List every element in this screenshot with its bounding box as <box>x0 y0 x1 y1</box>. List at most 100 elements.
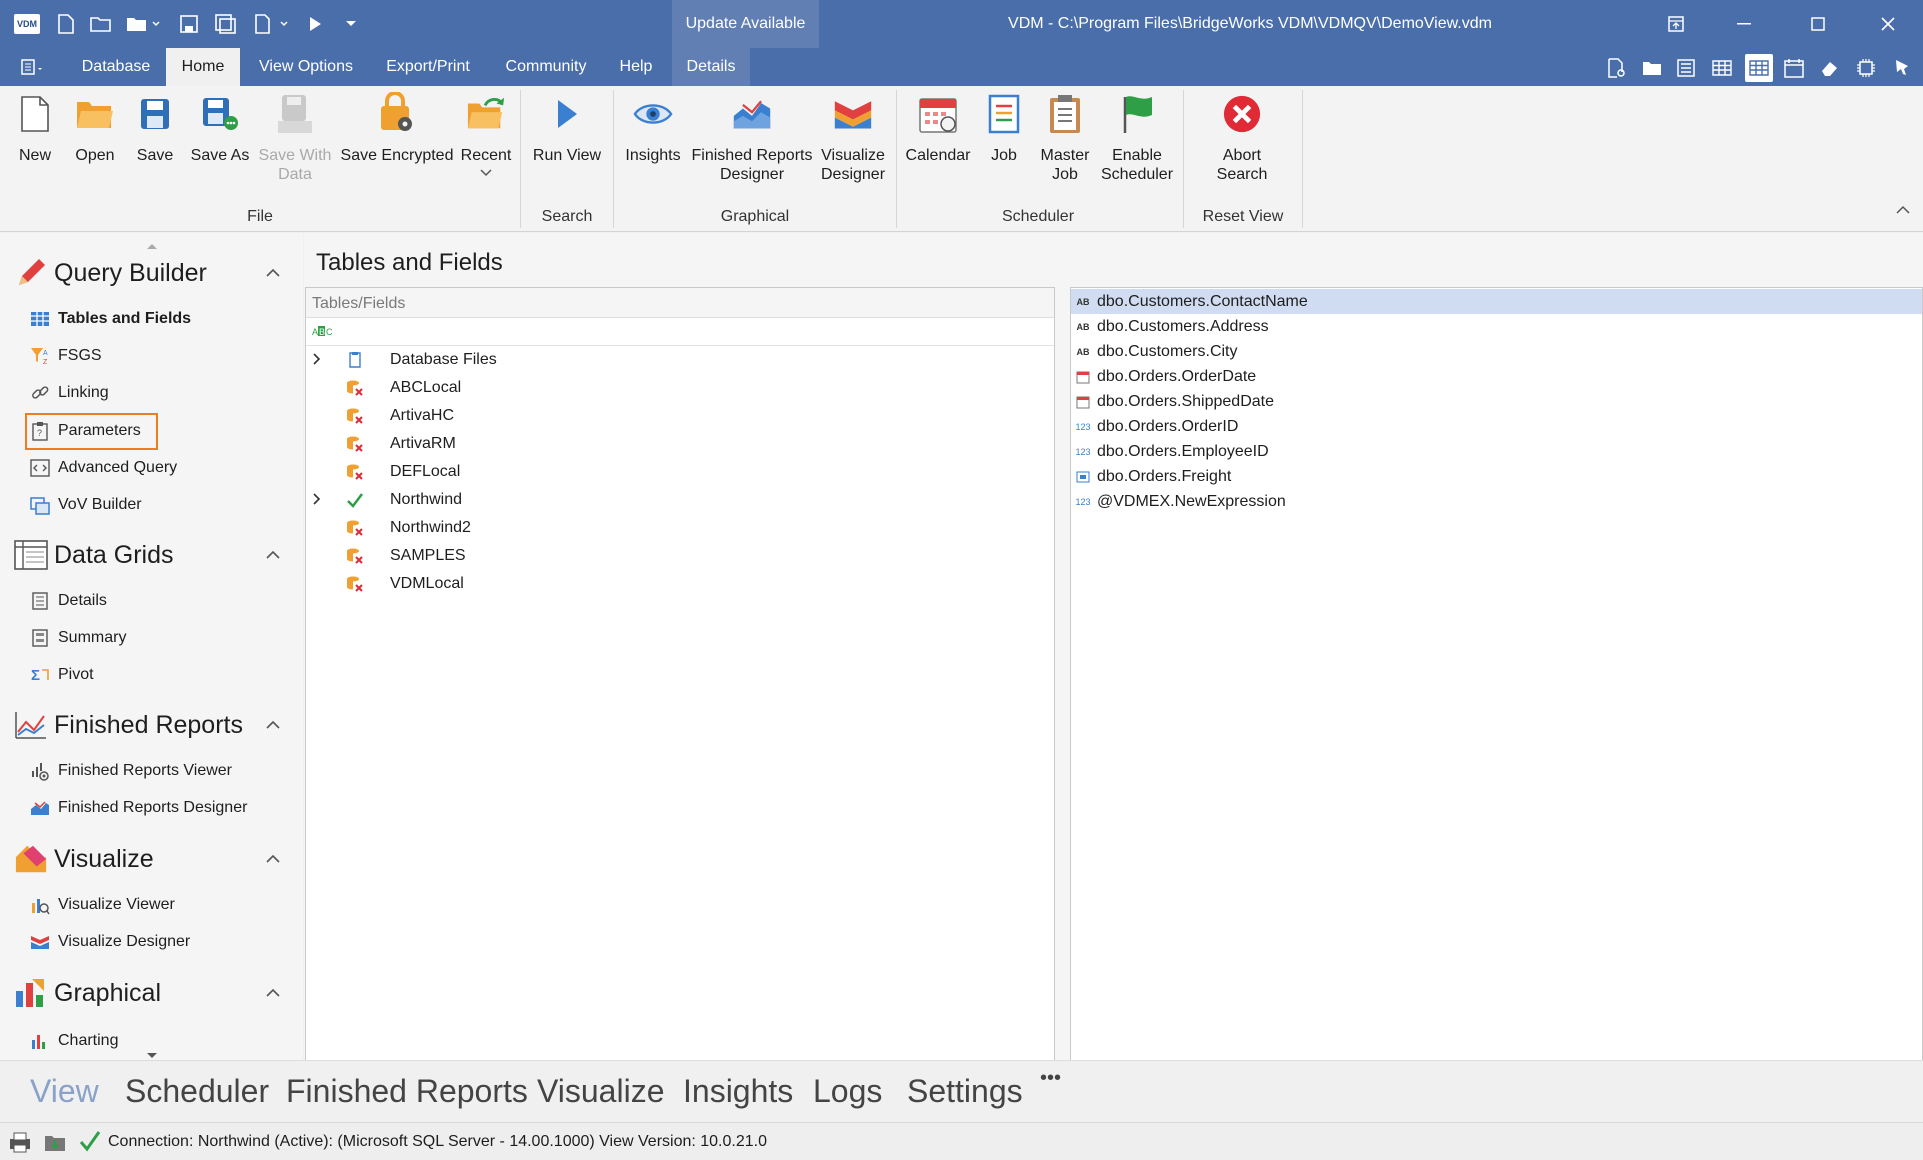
tree-column-header[interactable]: Tables/Fields <box>306 288 1054 318</box>
nav-summary[interactable]: Summary <box>30 625 126 651</box>
bottom-tab-settings[interactable]: Settings <box>907 1073 1023 1110</box>
chevron-up-icon[interactable] <box>266 985 280 1001</box>
bottom-tab-visualize[interactable]: Visualize <box>537 1073 664 1110</box>
chevron-up-icon[interactable] <box>266 717 280 733</box>
run-view-button[interactable]: Run View <box>526 92 608 165</box>
chevron-up-icon[interactable] <box>266 851 280 867</box>
field-row[interactable]: AB dbo.Customers.ContactName <box>1071 289 1922 314</box>
tree-node[interactable]: Database Files <box>306 346 1054 374</box>
save-as-button[interactable]: Save As <box>188 92 252 165</box>
restore-layout-icon[interactable] <box>1648 0 1704 48</box>
nav-finished-reports-viewer[interactable]: Finished Reports Viewer <box>30 758 232 784</box>
tab-help[interactable]: Help <box>608 48 664 86</box>
expand-chevron-icon[interactable] <box>312 352 330 368</box>
tree-node[interactable]: Northwind <box>306 486 1054 514</box>
customize-toolbar-icon[interactable] <box>342 12 360 36</box>
job-button[interactable]: Job <box>980 92 1028 165</box>
abc-filter-icon[interactable]: ABC <box>312 324 333 343</box>
tab-database[interactable]: Database <box>70 48 162 86</box>
grid-view-icon[interactable] <box>1710 56 1734 80</box>
nav-charting[interactable]: Charting <box>30 1028 118 1054</box>
field-row[interactable]: 123 dbo.Orders.OrderID <box>1071 414 1922 439</box>
new-button[interactable]: New <box>12 92 58 165</box>
export-dropdown-icon[interactable] <box>252 12 290 36</box>
chevron-up-icon[interactable] <box>266 265 280 281</box>
bottom-tab-view[interactable]: View <box>30 1073 99 1110</box>
bottom-tab-scheduler[interactable]: Scheduler <box>125 1073 269 1110</box>
tree-node[interactable]: DEFLocal <box>306 458 1054 486</box>
chevron-up-icon[interactable] <box>266 547 280 563</box>
field-row[interactable]: dbo.Orders.Freight <box>1071 464 1922 489</box>
master-job-button[interactable]: Master Job <box>1034 92 1096 184</box>
close-button[interactable] <box>1860 0 1916 48</box>
nav-visualize-designer[interactable]: Visualize Designer <box>30 929 190 955</box>
section-graphical[interactable]: Graphical <box>14 973 161 1013</box>
bottom-tab-logs[interactable]: Logs <box>813 1073 882 1110</box>
field-row[interactable]: AB dbo.Customers.Address <box>1071 314 1922 339</box>
abort-search-button[interactable]: Abort Search <box>1200 92 1284 184</box>
processor-icon[interactable] <box>1854 56 1878 80</box>
tab-details[interactable]: Details <box>672 48 750 86</box>
tab-home[interactable]: Home <box>166 48 240 86</box>
section-data-grids[interactable]: Data Grids <box>14 535 173 575</box>
insights-button[interactable]: Insights <box>618 92 688 165</box>
export-down-icon[interactable] <box>44 1131 66 1158</box>
tree-node[interactable]: VDMLocal <box>306 570 1054 598</box>
nav-tables-and-fields[interactable]: Tables and Fields <box>30 306 191 332</box>
nav-visualize-viewer[interactable]: Visualize Viewer <box>30 892 175 918</box>
tree-node[interactable]: Northwind2 <box>306 514 1054 542</box>
calendar-view-icon[interactable] <box>1782 56 1806 80</box>
nav-fsgs[interactable]: AZ FSGS <box>30 343 102 369</box>
tree-node[interactable]: ArtivaRM <box>306 430 1054 458</box>
new-file-icon[interactable] <box>54 12 78 36</box>
recent-button[interactable]: Recent <box>458 92 514 177</box>
visualize-designer-button[interactable]: Visualize Designer <box>816 92 890 184</box>
calendar-button[interactable]: Calendar <box>902 92 974 165</box>
tree-node[interactable]: SAMPLES <box>306 542 1054 570</box>
settings-document-icon[interactable] <box>1604 56 1628 80</box>
nav-advanced-query[interactable]: Advanced Query <box>30 455 177 481</box>
field-row[interactable]: 123 @VDMEX.NewExpression <box>1071 489 1922 514</box>
collapse-ribbon-icon[interactable] <box>1896 202 1910 220</box>
tab-view-options[interactable]: View Options <box>246 48 366 86</box>
folder-icon[interactable] <box>1640 56 1664 80</box>
tiles-view-icon[interactable] <box>1745 54 1773 82</box>
open-button[interactable]: Open <box>70 92 120 165</box>
section-finished-reports[interactable]: Finished Reports <box>14 705 243 745</box>
scroll-down-icon[interactable] <box>146 1047 158 1060</box>
tree-node[interactable]: ABCLocal <box>306 374 1054 402</box>
bottom-tab-finished-reports[interactable]: Finished Reports <box>286 1073 528 1110</box>
nav-linking[interactable]: Linking <box>30 380 109 406</box>
save-all-icon[interactable] <box>214 12 238 36</box>
more-tabs-button[interactable]: ••• <box>1040 1067 1061 1090</box>
nav-details[interactable]: Details <box>30 588 107 614</box>
expand-chevron-icon[interactable] <box>312 492 330 508</box>
app-menu-icon[interactable] <box>10 48 56 86</box>
nav-parameters[interactable]: ? Parameters <box>30 418 141 444</box>
printer-icon[interactable] <box>8 1131 32 1158</box>
tab-community[interactable]: Community <box>494 48 598 86</box>
section-visualize[interactable]: Visualize <box>14 839 154 879</box>
save-with-data-button[interactable]: Save With Data <box>258 92 332 184</box>
section-query-builder[interactable]: Query Builder <box>14 253 207 293</box>
tree-filter-row[interactable]: ABC <box>306 318 1054 346</box>
bottom-tab-insights[interactable]: Insights <box>683 1073 793 1110</box>
save-encrypted-button[interactable]: Save Encrypted <box>338 92 456 165</box>
finished-reports-designer-button[interactable]: Finished Reports Designer <box>690 92 814 184</box>
field-row[interactable]: AB dbo.Customers.City <box>1071 339 1922 364</box>
minimize-button[interactable] <box>1716 0 1772 48</box>
field-row[interactable]: 123 dbo.Orders.EmployeeID <box>1071 439 1922 464</box>
enable-scheduler-button[interactable]: Enable Scheduler <box>1100 92 1174 184</box>
update-available-button[interactable]: Update Available <box>672 0 819 48</box>
maximize-button[interactable] <box>1790 0 1846 48</box>
open-recent-dropdown-icon[interactable] <box>124 12 162 36</box>
nav-finished-reports-designer[interactable]: Finished Reports Designer <box>30 795 247 821</box>
save-button[interactable]: Save <box>132 92 178 165</box>
save-icon[interactable] <box>178 12 200 36</box>
list-view-icon[interactable] <box>1674 56 1698 80</box>
field-row[interactable]: dbo.Orders.OrderDate <box>1071 364 1922 389</box>
tab-export-print[interactable]: Export/Print <box>372 48 484 86</box>
tree-node[interactable]: ArtivaHC <box>306 402 1054 430</box>
eraser-icon[interactable] <box>1818 56 1842 80</box>
field-row[interactable]: dbo.Orders.ShippedDate <box>1071 389 1922 414</box>
